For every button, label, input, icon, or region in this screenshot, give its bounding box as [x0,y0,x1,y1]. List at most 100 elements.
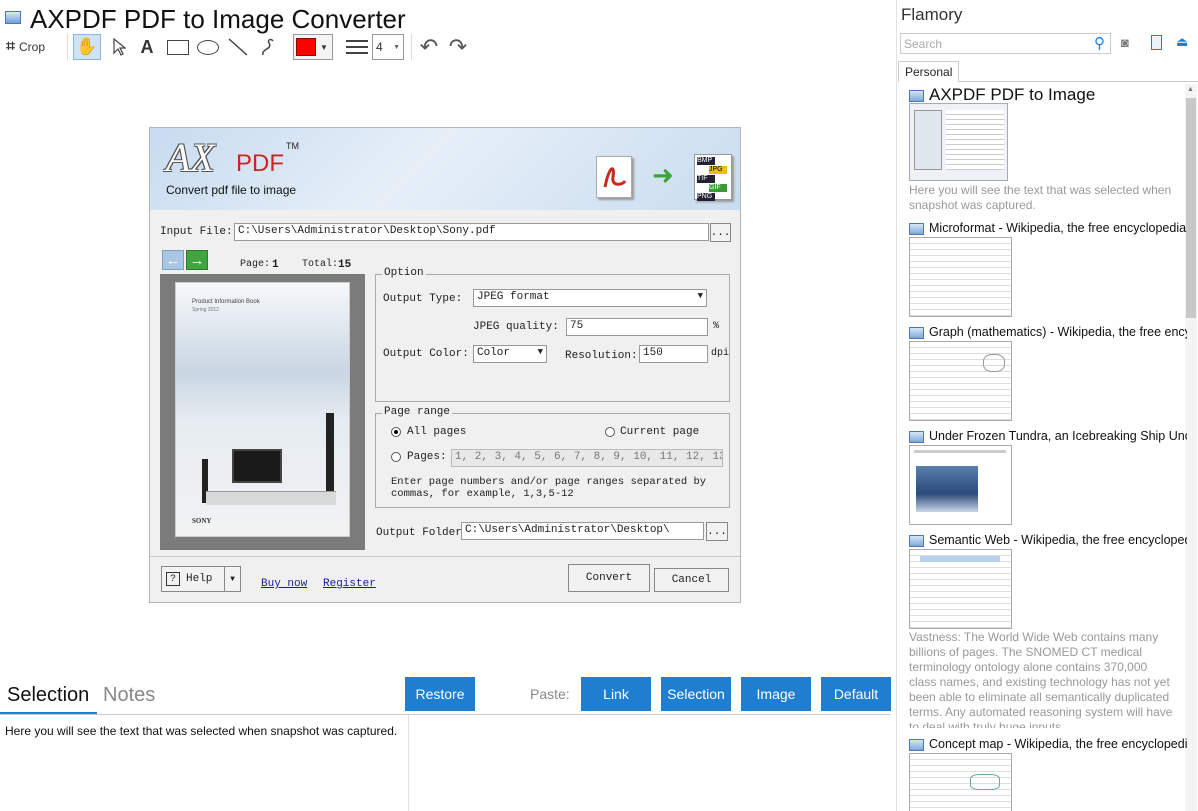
hand-tool-button[interactable]: ✋ [73,34,101,60]
output-folder-browse-button[interactable]: ... [706,522,728,541]
brand-ax: AX [166,135,215,180]
help-icon: ? [166,572,180,586]
search-input[interactable]: Search ⚲ [900,33,1111,54]
output-color-label: Output Color: [383,348,469,360]
scrollbar-thumb[interactable] [1186,98,1196,318]
line-width-button[interactable] [344,34,370,60]
color-swatch [296,38,316,56]
page-icon [909,431,924,443]
option-group: Option Output Type: JPEG format ▼ JPEG q… [375,267,730,402]
paste-image-button[interactable]: Image [741,677,811,711]
format-badge: BMP [697,157,715,165]
flamory-item-title: Microformat - Wikipedia, the free encycl… [929,221,1187,235]
image-formats-icon: BMP JPG TIF GIF PNG [694,154,732,201]
flamory-item[interactable]: Microformat - Wikipedia, the free encycl… [909,221,1187,321]
flamory-item[interactable]: Under Frozen Tundra, an Icebreaking Ship… [909,429,1187,529]
flamory-item[interactable]: AXPDF PDF to Image Here you will see the… [909,85,1187,217]
preview-sub: Spring 2012 [192,307,219,313]
flamory-item[interactable]: Concept map - Wikipedia, the free encycl… [909,737,1187,811]
ellipse-tool-button[interactable] [194,34,222,60]
convert-button[interactable]: Convert [568,564,650,592]
paste-label: Paste: [530,686,570,702]
output-type-select[interactable]: JPEG format ▼ [473,289,707,307]
pages-field[interactable]: 1, 2, 3, 4, 5, 6, 7, 8, 9, 10, 11, 12, 1… [451,449,723,467]
percent-label: % [713,321,720,332]
text-icon: A [140,36,154,57]
flamory-item-title: Graph (mathematics) - Wikipedia, the fre… [929,325,1187,339]
scroll-up-icon[interactable]: ▲ [1187,86,1194,93]
flamory-item-title: Under Frozen Tundra, an Icebreaking Ship… [929,429,1187,443]
chevron-down-icon: ▼ [537,347,543,357]
output-folder-field[interactable]: C:\Users\Administrator\Desktop\ [461,522,704,540]
chevron-down-icon: ▼ [224,567,240,591]
pages-radio[interactable] [391,452,401,462]
document-icon[interactable] [1151,35,1162,50]
line-tool-button[interactable] [224,34,252,60]
jpeg-quality-field[interactable]: 75 [566,318,708,336]
axpdf-dialog: AX PDF TM Convert pdf file to image ➜ BM… [149,127,741,603]
snapshot-thumbnail [909,103,1008,181]
buy-now-link[interactable]: Buy now [261,578,307,590]
page-preview: Product Information Book Spring 2012 SON… [160,274,365,550]
line-width-icon [346,40,368,54]
rectangle-tool-button[interactable] [164,34,192,60]
format-badge: PNG [697,193,715,201]
pointer-tool-button[interactable] [106,34,132,60]
tab-selection[interactable]: Selection [7,684,89,707]
line-width-select[interactable]: 4 ▼ [372,34,404,60]
redo-button[interactable]: ↷ [445,34,471,60]
next-page-button[interactable]: → [186,250,208,270]
chevron-down-icon: ▼ [697,291,703,301]
tab-notes[interactable]: Notes [103,684,155,707]
camera-icon[interactable]: ◙ [1121,35,1129,50]
tab-personal[interactable]: Personal [898,61,959,82]
arrow-left-icon: ← [165,251,181,269]
page-range-hint-1: Enter page numbers and/or page ranges se… [391,476,707,488]
color-picker[interactable]: ▼ [293,34,333,60]
text-tool-button[interactable]: A [135,34,159,60]
page-icon [909,223,924,235]
undo-button[interactable]: ↶ [416,34,442,60]
hand-icon: ✋ [76,37,98,56]
total-label: Total: [302,259,339,270]
brand-tm: TM [286,141,299,151]
current-page-label: Current page [620,426,700,438]
format-badge: TIF [697,175,715,183]
cancel-button[interactable]: Cancel [654,568,729,592]
flamory-item[interactable]: Graph (mathematics) - Wikipedia, the fre… [909,325,1187,425]
undo-icon: ↶ [419,34,439,59]
input-file-browse-button[interactable]: ... [710,223,731,242]
collapse-icon[interactable]: ⏏ [1176,34,1188,50]
flamory-item-title: Concept map - Wikipedia, the free encycl… [929,737,1187,751]
freehand-tool-button[interactable] [254,34,282,60]
paste-selection-button[interactable]: Selection [661,677,731,711]
input-file-field[interactable]: C:\Users\Administrator\Desktop\Sony.pdf [234,223,709,241]
redo-icon: ↷ [448,34,468,59]
all-pages-radio[interactable] [391,427,401,437]
restore-button[interactable]: Restore [405,677,475,711]
preview-logo: SONY [192,517,212,525]
prev-page-button[interactable]: ← [162,250,184,270]
dialog-banner: AX PDF TM Convert pdf file to image ➜ BM… [150,128,740,210]
crop-button[interactable]: ⌗ Crop [6,34,58,60]
help-button[interactable]: ? Help ▼ [161,566,241,592]
paste-default-button[interactable]: Default [821,677,891,711]
resolution-field[interactable]: 150 [639,345,708,363]
output-type-value: JPEG format [477,291,550,303]
flamory-item-title: Semantic Web - Wikipedia, the free encyc… [929,533,1187,547]
app-icon [5,11,21,24]
pages-label: Pages: [407,451,447,463]
current-page-radio[interactable] [605,427,615,437]
selection-text[interactable]: Here you will see the text that was sele… [5,724,397,738]
output-color-select[interactable]: Color ▼ [473,345,547,363]
rectangle-icon [167,39,189,55]
chevron-down-icon: ▼ [393,43,400,51]
tv-image [232,449,282,483]
register-link[interactable]: Register [323,578,376,590]
flamory-item[interactable]: Semantic Web - Wikipedia, the free encyc… [909,533,1187,733]
pdf-file-icon [596,156,632,198]
help-label: Help [186,573,213,585]
paste-link-button[interactable]: Link [581,677,651,711]
crop-label: Crop [19,40,46,54]
crop-icon: ⌗ [6,38,16,55]
